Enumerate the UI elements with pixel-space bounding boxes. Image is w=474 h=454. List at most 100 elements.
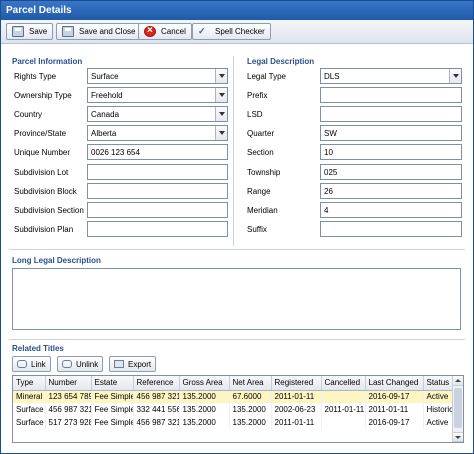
long-legal-description-textarea[interactable] — [12, 268, 461, 330]
chevron-down-icon[interactable] — [215, 88, 227, 102]
export-icon — [114, 360, 124, 368]
cancel-icon — [144, 25, 156, 37]
table-cell: 2002-06-23 — [271, 403, 322, 416]
province-state-label: Province/State — [14, 129, 67, 138]
table-row[interactable]: Mineral 123 654 789 Fee Simple 456 987 3… — [13, 390, 454, 403]
export-button[interactable]: Export — [109, 356, 157, 372]
ownership-type-value: Freehold — [91, 91, 123, 100]
save-and-close-button[interactable]: Save and Close — [56, 23, 142, 40]
subdivision-section-label: Subdivision Section — [14, 206, 84, 215]
column-header-last-changed[interactable]: Last Changed — [365, 376, 424, 391]
column-header-net-area[interactable]: Net Area — [229, 376, 272, 391]
vertical-scrollbar[interactable] — [452, 376, 463, 442]
legal-type-label: Legal Type — [247, 72, 286, 81]
prefix-label: Prefix — [247, 91, 268, 100]
township-input[interactable]: 025 — [320, 164, 462, 180]
column-header-reference[interactable]: Reference — [133, 376, 180, 391]
scroll-thumb[interactable] — [454, 388, 462, 428]
column-header-status[interactable]: Status — [423, 376, 454, 391]
spell-checker-button[interactable]: ✓ Spell Checker — [192, 23, 271, 40]
table-cell: Active — [423, 416, 454, 429]
related-titles-table: Type Number Estate Reference Gross Area … — [13, 376, 454, 429]
chevron-down-icon[interactable] — [215, 69, 227, 83]
section-input[interactable]: 10 — [320, 144, 462, 160]
unlink-button-label: Unlink — [76, 360, 99, 369]
save-button[interactable]: Save — [6, 23, 54, 40]
column-header-estate[interactable]: Estate — [91, 376, 134, 391]
table-row[interactable]: Surface 517 273 928 Fee Simple 456 987 3… — [13, 416, 454, 429]
scroll-down-icon[interactable] — [453, 432, 463, 442]
table-cell: Fee Simple — [91, 403, 134, 416]
subdivision-lot-label: Subdivision Lot — [14, 168, 69, 177]
unlink-icon — [62, 360, 72, 368]
subdivision-plan-label: Subdivision Plan — [14, 225, 74, 234]
quarter-input[interactable]: SW — [320, 125, 462, 141]
save-button-label: Save — [29, 27, 48, 36]
lsd-label: LSD — [247, 110, 263, 119]
subdivision-block-input[interactable] — [87, 183, 228, 199]
unique-number-input[interactable]: 0026 123 654 — [87, 144, 228, 160]
save-and-close-label: Save and Close — [79, 27, 136, 36]
table-cell: Fee Simple — [91, 390, 134, 403]
table-cell: 135.2000 — [179, 416, 230, 429]
link-button[interactable]: Link — [12, 356, 51, 372]
lsd-input[interactable] — [320, 106, 462, 122]
country-label: Country — [14, 110, 43, 119]
spell-check-icon: ✓ — [198, 26, 206, 36]
link-button-label: Link — [31, 360, 46, 369]
column-header-number[interactable]: Number — [45, 376, 92, 391]
subdivision-plan-input[interactable] — [87, 221, 228, 237]
related-titles-grid: Type Number Estate Reference Gross Area … — [12, 375, 464, 443]
table-cell — [321, 416, 366, 429]
table-cell: 135.2000 — [229, 403, 272, 416]
township-label: Township — [247, 168, 281, 177]
table-cell: Surface — [13, 416, 46, 429]
subdivision-section-input[interactable] — [87, 202, 228, 218]
section-divider — [9, 249, 465, 250]
cancel-button-label: Cancel — [161, 27, 186, 36]
province-state-select[interactable]: Alberta — [87, 125, 228, 141]
table-cell: 456 987 321 — [133, 416, 180, 429]
table-row[interactable]: Surface 456 987 321 Fee Simple 332 441 5… — [13, 403, 454, 416]
range-input[interactable]: 26 — [320, 183, 462, 199]
section-divider — [9, 339, 465, 340]
table-cell: 517 273 928 — [45, 416, 92, 429]
chevron-down-icon[interactable] — [215, 107, 227, 121]
meridian-input[interactable]: 4 — [320, 202, 462, 218]
table-cell: 67.6000 — [229, 390, 272, 403]
table-cell: Surface — [13, 403, 46, 416]
table-header-row: Type Number Estate Reference Gross Area … — [13, 376, 454, 391]
legal-type-select[interactable]: DLS — [320, 68, 462, 84]
prefix-input[interactable] — [320, 87, 462, 103]
scroll-up-icon[interactable] — [453, 376, 463, 386]
export-button-label: Export — [128, 360, 152, 369]
chevron-down-icon[interactable] — [449, 69, 461, 83]
link-icon — [17, 360, 27, 368]
unlink-button[interactable]: Unlink — [57, 356, 104, 372]
column-header-gross-area[interactable]: Gross Area — [179, 376, 230, 391]
disk-icon — [62, 26, 74, 37]
column-header-type[interactable]: Type — [13, 376, 46, 391]
meridian-label: Meridian — [247, 206, 278, 215]
table-cell: 456 987 321 — [45, 403, 92, 416]
ownership-type-select[interactable]: Freehold — [87, 87, 228, 103]
range-label: Range — [247, 187, 271, 196]
table-cell: 135.2000 — [179, 390, 230, 403]
toolbar: Save Save and Close Cancel ✓ Spell Check… — [1, 20, 473, 44]
rights-type-label: Rights Type — [14, 72, 57, 81]
country-value: Canada — [91, 110, 120, 119]
unique-number-label: Unique Number — [14, 148, 71, 157]
country-select[interactable]: Canada — [87, 106, 228, 122]
subdivision-lot-input[interactable] — [87, 164, 228, 180]
column-header-registered[interactable]: Registered — [271, 376, 322, 391]
table-cell: 456 987 321 — [133, 390, 180, 403]
long-legal-description-heading: Long Legal Description — [12, 256, 101, 265]
rights-type-select[interactable]: Surface — [87, 68, 228, 84]
column-header-cancelled[interactable]: Cancelled — [321, 376, 366, 391]
suffix-input[interactable] — [320, 221, 462, 237]
table-cell: 2016-09-17 — [365, 416, 424, 429]
related-titles-heading: Related Titles — [12, 344, 64, 353]
table-cell: Mineral — [13, 390, 46, 403]
cancel-button[interactable]: Cancel — [138, 23, 192, 40]
chevron-down-icon[interactable] — [215, 126, 227, 140]
